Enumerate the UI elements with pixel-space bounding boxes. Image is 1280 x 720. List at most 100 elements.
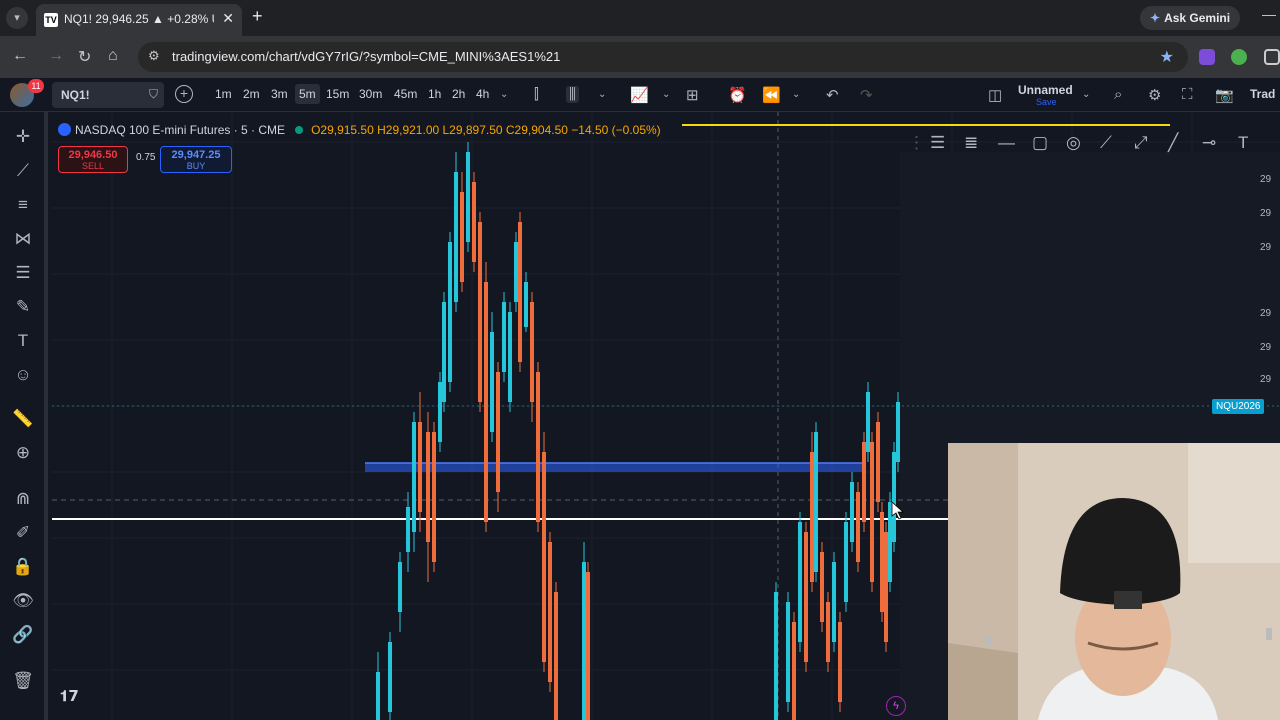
extension-icon[interactable]	[1264, 49, 1280, 65]
text-icon[interactable]: T	[1238, 133, 1248, 153]
bar-chart-icon[interactable]: ⫿	[534, 86, 539, 103]
candle-body	[856, 492, 860, 562]
tab-search-icon[interactable]: ▾	[6, 7, 28, 29]
price-axis-label: 29	[1260, 242, 1272, 253]
chart-legend: NASDAQ 100 E-mini Futures · 5 · CME O29,9…	[58, 123, 661, 137]
drag-handle-icon[interactable]: ⋮	[908, 133, 925, 153]
trash-icon[interactable]: 🗑	[12, 670, 34, 692]
candle-body	[548, 542, 552, 682]
candle-body	[826, 602, 830, 662]
new-tab-icon[interactable]: +	[252, 6, 263, 27]
trade-button[interactable]: Trad	[1250, 87, 1275, 101]
settings-gear-icon[interactable]: ⚙	[1148, 86, 1161, 104]
timeframe-3m[interactable]: 3m	[271, 87, 288, 101]
fib-retracement-icon[interactable]: ≡	[12, 194, 34, 216]
url-field[interactable]: ⚙ tradingview.com/chart/vdGY7rIG/?symbol…	[138, 42, 1188, 72]
emoji-icon[interactable]: ☺	[12, 364, 34, 386]
trendline-icon[interactable]: ⟋	[12, 160, 34, 182]
brush-icon[interactable]: ✎	[12, 296, 34, 318]
candle-body	[466, 152, 470, 242]
chart-type-dropdown-icon[interactable]: ⌄	[598, 89, 606, 100]
circle-icon[interactable]: ◎	[1066, 133, 1081, 153]
browser-tab[interactable]: TV NQ1! 29,946.25 ▲ +0.28% Unn ✕	[36, 4, 242, 36]
horizontal-line-icon[interactable]: —	[998, 133, 1015, 153]
trend-line-icon[interactable]: ╱	[1168, 133, 1178, 153]
zoom-in-icon[interactable]: ⊕	[12, 442, 34, 464]
eye-icon[interactable]: 👁	[12, 590, 34, 612]
timeframe-dropdown-icon[interactable]: ⌄	[500, 89, 508, 100]
candle-body	[448, 242, 452, 382]
undo-icon[interactable]: ↶	[826, 86, 839, 104]
horizontal-ray-icon[interactable]: ⊸	[1202, 133, 1216, 153]
layout-dropdown-icon[interactable]: ⌄	[1082, 89, 1090, 100]
extension-icon[interactable]	[1199, 49, 1215, 65]
stay-in-drawing-icon[interactable]: ✐	[12, 522, 34, 544]
site-info-icon[interactable]: ⚙	[148, 48, 160, 64]
candle-body	[406, 507, 410, 552]
link-icon[interactable]: 🔗	[12, 624, 34, 646]
candle-body	[814, 432, 818, 572]
candle-body	[888, 502, 892, 582]
candle-body	[586, 572, 590, 720]
candle-body	[880, 512, 884, 612]
symbol-label: NQ1!	[61, 88, 90, 102]
home-icon[interactable]: ⌂	[108, 47, 118, 65]
timeframe-2h[interactable]: 2h	[452, 87, 465, 101]
fullscreen-icon[interactable]: ⛶	[1182, 86, 1193, 103]
redo-icon[interactable]: ↷	[860, 86, 873, 104]
tab-close-icon[interactable]: ✕	[222, 10, 234, 27]
alert-icon[interactable]: ⏰	[728, 86, 747, 104]
timeframe-30m[interactable]: 30m	[359, 87, 382, 101]
replay-dropdown-icon[interactable]: ⌄	[792, 89, 800, 100]
layout-grid-icon[interactable]: ⊞	[686, 86, 699, 104]
candle-body	[518, 222, 522, 362]
pattern-icon[interactable]: ⋈	[12, 228, 34, 250]
sell-button[interactable]: 29,946.50 SELL	[58, 146, 128, 173]
compare-symbol-icon[interactable]: +	[175, 85, 193, 103]
left-drawing-toolbar: ✛ ⟋ ≡ ⋈ ☰ ✎ T ☺ 📏 ⊕ ⋒ ✐ 🔒 👁 🔗 🗑	[0, 112, 48, 720]
window-minimize-icon[interactable]: —	[1262, 6, 1276, 22]
buy-price: 29,947.25	[171, 149, 221, 161]
layout-name[interactable]: Unnamed	[1018, 83, 1073, 97]
timeframe-1m[interactable]: 1m	[215, 87, 232, 101]
lightning-icon[interactable]: ϟ	[886, 696, 906, 716]
extended-line-icon[interactable]: ⤢	[1134, 133, 1148, 153]
back-icon[interactable]: ←	[12, 47, 28, 65]
timeframe-5m[interactable]: 5m	[295, 84, 320, 104]
reload-icon[interactable]: ↻	[78, 47, 91, 67]
buy-button[interactable]: 29,947.25 BUY	[160, 146, 232, 173]
candle-body	[870, 442, 874, 582]
parallel-channel-icon[interactable]: ≣	[964, 133, 978, 153]
forward-icon[interactable]: →	[48, 47, 64, 65]
timeframe-2m[interactable]: 2m	[243, 87, 260, 101]
indicators-dropdown-icon[interactable]: ⌄	[662, 89, 670, 100]
panel-toggle-icon[interactable]: ◫	[988, 86, 1002, 104]
text-tool-icon[interactable]: T	[12, 330, 34, 352]
layout-save-label[interactable]: Save	[1036, 97, 1057, 107]
candle-body	[792, 622, 796, 720]
ruler-icon[interactable]: 📏	[12, 408, 34, 430]
timeframe-1h[interactable]: 1h	[428, 87, 441, 101]
extension-icon[interactable]	[1231, 49, 1247, 65]
browser-tab-strip: ▾ TV NQ1! 29,946.25 ▲ +0.28% Unn ✕ + ✦As…	[0, 0, 1280, 36]
fib-icon[interactable]: ☰	[930, 133, 945, 153]
symbol-search[interactable]: NQ1! ⛉	[52, 82, 164, 108]
timeframe-4h[interactable]: 4h	[476, 87, 489, 101]
timeframe-45m[interactable]: 45m	[394, 87, 417, 101]
crosshair-icon[interactable]: ✛	[12, 126, 34, 148]
ray-icon[interactable]: ⟋	[1100, 133, 1112, 153]
rectangle-icon[interactable]: ▢	[1032, 133, 1048, 153]
bookmark-star-icon[interactable]: ★	[1160, 47, 1174, 67]
camera-icon[interactable]: 📷	[1215, 86, 1234, 104]
candle-body	[524, 282, 528, 327]
timeframe-15m[interactable]: 15m	[326, 87, 349, 101]
replay-icon[interactable]: ⏪	[762, 86, 781, 104]
indicators-icon[interactable]: 📈	[630, 86, 649, 104]
prediction-icon[interactable]: ☰	[12, 262, 34, 284]
lock-icon[interactable]: 🔒	[12, 556, 34, 578]
candle-body	[426, 432, 430, 542]
quick-search-icon[interactable]: ⌕	[1114, 86, 1122, 103]
magnet-icon[interactable]: ⋒	[12, 488, 34, 510]
candles-icon[interactable]: ⫼	[566, 86, 579, 103]
ask-gemini-button[interactable]: ✦ Ask Gemini	[1140, 6, 1241, 30]
